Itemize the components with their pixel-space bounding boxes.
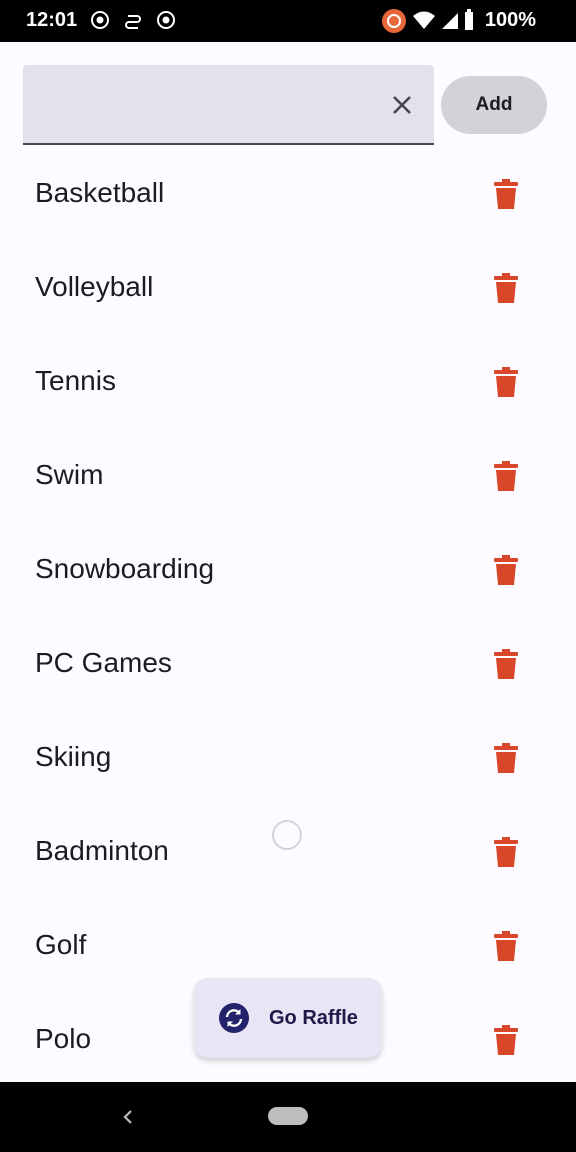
list-item-label: Golf [35,929,87,960]
go-raffle-label: Go Raffle [269,1007,358,1029]
list-item-label: Swim [35,459,104,490]
signal-icon [442,13,458,29]
delete-icon[interactable] [492,179,520,209]
list-item-label: Polo [35,1023,92,1054]
loading-spinner [272,820,302,850]
battery-icon [465,9,473,30]
delete-icon[interactable] [492,1025,520,1055]
list-item: Skiing [0,711,576,805]
add-button[interactable]: Add [441,76,547,134]
list-item-label: Tennis [35,365,116,396]
search-input[interactable] [23,65,434,145]
list-item: Volleyball [0,241,576,335]
status-bar: 12:01 100% [0,0,576,42]
status-time: 12:01 [26,9,78,31]
list-item-label: Badminton [35,835,169,866]
back-icon[interactable] [120,1106,136,1128]
list-item: Tennis [0,335,576,429]
activity-list: Basketball Volleyball Tennis Swim Snowbo… [0,147,576,1087]
delete-icon[interactable] [492,743,520,773]
delete-icon[interactable] [492,555,520,585]
home-handle[interactable] [268,1107,308,1125]
delete-icon[interactable] [492,837,520,867]
list-item-label: PC Games [35,647,172,678]
cast-icon [382,9,406,33]
sync-icon [219,1003,249,1033]
sync-status-icon [125,15,141,29]
list-item-label: Basketball [35,177,165,208]
list-item: PC Games [0,617,576,711]
go-raffle-button[interactable]: Go Raffle [194,978,382,1058]
delete-icon[interactable] [492,367,520,397]
delete-icon[interactable] [492,649,520,679]
list-item: Swim [0,429,576,523]
list-item: Basketball [0,147,576,241]
wifi-icon [413,11,435,29]
list-item-label: Skiing [35,741,112,772]
list-item-label: Snowboarding [35,553,215,584]
battery-percentage: 100% [484,9,536,31]
notification-icon-2 [157,11,175,29]
delete-icon[interactable] [492,931,520,961]
notification-icon [91,11,109,29]
delete-icon[interactable] [492,273,520,303]
close-icon[interactable] [390,93,414,117]
list-item-label: Volleyball [35,271,154,302]
delete-icon[interactable] [492,461,520,491]
list-item: Snowboarding [0,523,576,617]
